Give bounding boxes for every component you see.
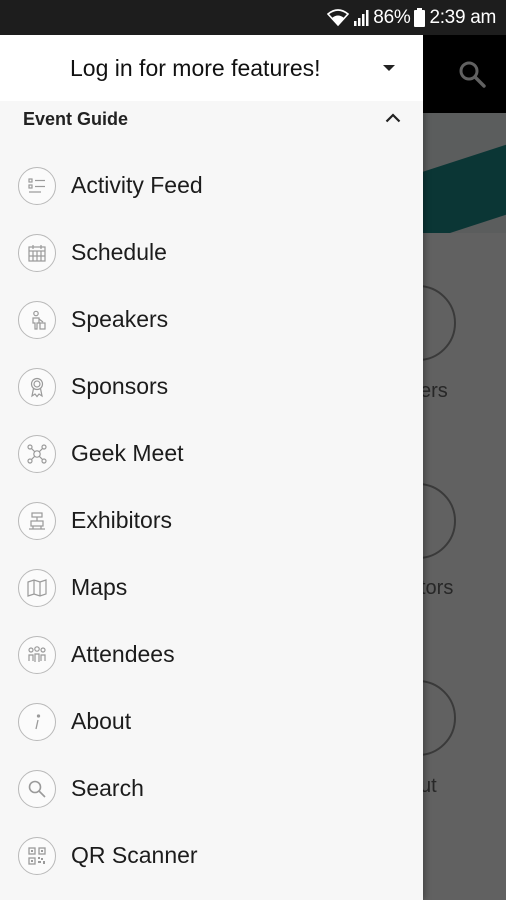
menu-item-label: Exhibitors bbox=[71, 507, 172, 533]
status-bar: 86% 2:39 am bbox=[0, 0, 506, 35]
clock: 2:39 am bbox=[429, 6, 496, 28]
menu-item-schedule[interactable]: Schedule bbox=[0, 219, 423, 286]
menu-item-label: Search bbox=[71, 775, 144, 801]
network-icon bbox=[18, 434, 56, 473]
award-icon bbox=[18, 367, 56, 406]
info-icon bbox=[18, 702, 56, 741]
menu-item-maps[interactable]: Maps bbox=[0, 554, 423, 621]
menu-item-label: Maps bbox=[71, 574, 128, 600]
qr-code-icon bbox=[18, 836, 56, 875]
login-dropdown[interactable]: Log in for more features! bbox=[0, 35, 423, 101]
menu-item-about[interactable]: About bbox=[0, 688, 423, 755]
menu-item-label: About bbox=[71, 708, 132, 734]
menu-item-geek-meet[interactable]: Geek Meet bbox=[0, 420, 423, 487]
menu-item-label: Sponsors bbox=[71, 373, 169, 399]
menu-item-activity-feed[interactable]: Activity Feed bbox=[0, 152, 423, 219]
menu-item-label: Speakers bbox=[71, 306, 169, 332]
navigation-drawer: Log in for more features! Event Guide Ac… bbox=[0, 35, 423, 900]
menu-item-label: Attendees bbox=[71, 641, 175, 667]
signal-icon bbox=[353, 9, 369, 26]
speaker-icon bbox=[18, 300, 56, 339]
activity-feed-icon bbox=[18, 166, 56, 205]
menu-item-sponsors[interactable]: Sponsors bbox=[0, 353, 423, 420]
menu-item-label: Schedule bbox=[71, 239, 167, 265]
battery-percent: 86% bbox=[373, 6, 411, 28]
calendar-icon bbox=[18, 233, 56, 272]
wifi-icon bbox=[327, 8, 350, 27]
booth-icon bbox=[18, 501, 56, 540]
dropdown-arrow-icon bbox=[383, 65, 395, 71]
menu-item-label: Geek Meet bbox=[71, 440, 184, 466]
event-guide-section-header[interactable]: Event Guide bbox=[0, 101, 423, 137]
menu-item-label: QR Scanner bbox=[71, 842, 198, 868]
menu-item-label: Activity Feed bbox=[71, 172, 203, 198]
menu-item-exhibitors[interactable]: Exhibitors bbox=[0, 487, 423, 554]
menu-item-search[interactable]: Search bbox=[0, 755, 423, 822]
chevron-up-icon bbox=[385, 110, 401, 128]
search-icon bbox=[18, 769, 56, 808]
battery-icon bbox=[414, 8, 426, 27]
section-title: Event Guide bbox=[23, 108, 129, 129]
login-prompt: Log in for more features! bbox=[70, 54, 321, 81]
menu-item-attendees[interactable]: Attendees bbox=[0, 621, 423, 688]
menu-item-speakers[interactable]: Speakers bbox=[0, 286, 423, 353]
people-icon bbox=[18, 635, 56, 674]
menu-item-qr-scanner[interactable]: QR Scanner bbox=[0, 822, 423, 889]
event-guide-menu: Activity Feed Schedule Speakers Sponsors… bbox=[0, 152, 423, 889]
map-icon bbox=[18, 568, 56, 607]
